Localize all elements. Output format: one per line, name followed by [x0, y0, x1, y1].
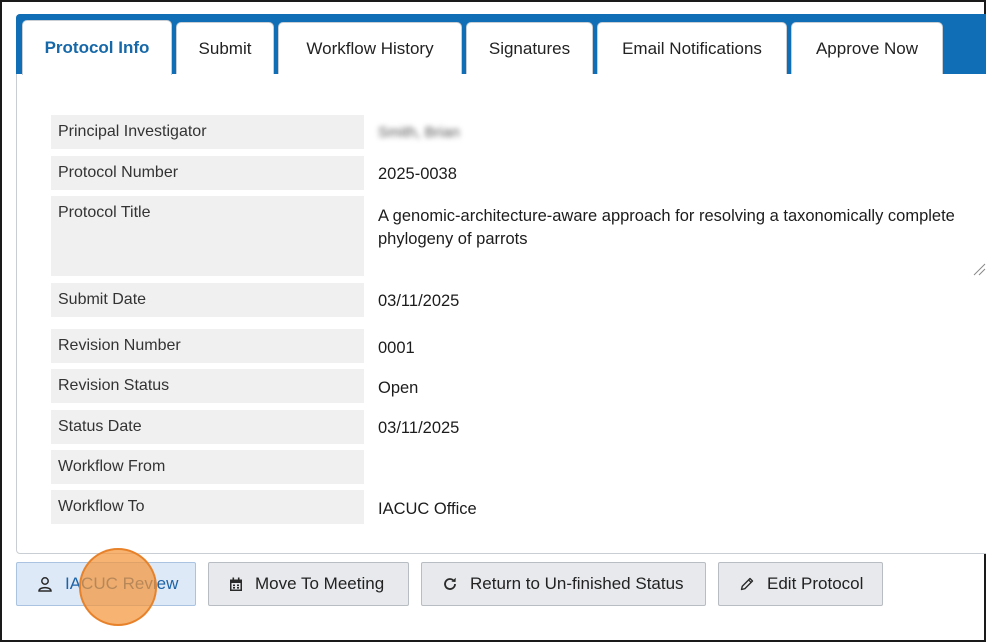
workflow-from-label: Workflow From	[51, 450, 364, 484]
tab-approve-now[interactable]: Approve Now	[791, 22, 943, 74]
move-to-meeting-button[interactable]: Move To Meeting	[208, 562, 409, 606]
redo-icon	[444, 577, 456, 590]
protocol-number-label: Protocol Number	[51, 156, 364, 190]
textarea-resize-handle[interactable]	[972, 262, 986, 276]
submit-date-value: 03/11/2025	[378, 292, 460, 310]
tab-email-notifications[interactable]: Email Notifications	[597, 22, 787, 74]
revision-status-label: Revision Status	[51, 369, 364, 403]
submit-date-label: Submit Date	[51, 283, 364, 317]
return-to-unfinished-button[interactable]: Return to Un-finished Status	[421, 562, 706, 606]
tab-workflow-history[interactable]: Workflow History	[278, 22, 462, 74]
protocol-number-value: 2025-0038	[378, 165, 457, 183]
protocol-title-value[interactable]: A genomic-architecture-aware approach fo…	[378, 205, 978, 251]
tab-submit[interactable]: Submit	[176, 22, 274, 74]
principal-investigator-value: Smith, Brian	[378, 124, 460, 141]
calendar-icon	[230, 577, 242, 591]
pencil-icon	[740, 577, 754, 591]
protocol-title-label: Protocol Title	[51, 196, 364, 276]
principal-investigator-label: Principal Investigator	[51, 115, 364, 149]
tab-protocol-info[interactable]: Protocol Info	[22, 20, 172, 75]
revision-number-label: Revision Number	[51, 329, 364, 363]
iacuc-review-button[interactable]: IACUC Review	[16, 562, 196, 606]
tab-signatures[interactable]: Signatures	[466, 22, 593, 74]
move-to-meeting-label: Move To Meeting	[255, 574, 385, 593]
status-date-label: Status Date	[51, 410, 364, 444]
return-to-unfinished-label: Return to Un-finished Status	[470, 574, 684, 593]
user-icon	[38, 577, 52, 592]
status-date-value: 03/11/2025	[378, 419, 460, 437]
workflow-to-label: Workflow To	[51, 490, 364, 524]
revision-status-value: Open	[378, 379, 419, 397]
revision-number-value: 0001	[378, 339, 415, 357]
workflow-to-value: IACUC Office	[378, 500, 477, 518]
iacuc-review-label: IACUC Review	[65, 574, 179, 593]
edit-protocol-label: Edit Protocol	[767, 574, 864, 593]
edit-protocol-button[interactable]: Edit Protocol	[718, 562, 883, 606]
